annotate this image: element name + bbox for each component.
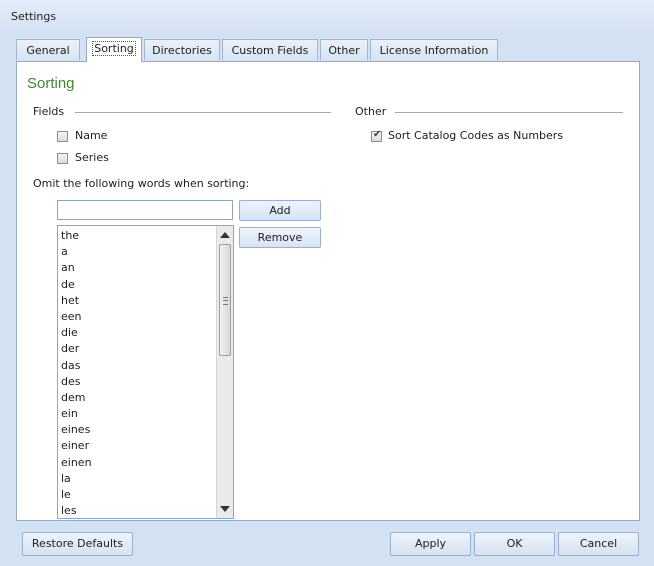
tab-license-information-label: License Information — [379, 44, 489, 57]
name-checkbox-label[interactable]: Name — [75, 129, 107, 142]
list-item[interactable]: het — [61, 293, 92, 309]
list-item[interactable]: dem — [61, 390, 92, 406]
apply-button[interactable]: Apply — [390, 532, 471, 556]
scroll-thumb[interactable] — [219, 244, 231, 356]
sort-catalog-codes-label[interactable]: Sort Catalog Codes as Numbers — [388, 129, 563, 142]
series-checkbox[interactable] — [57, 153, 68, 164]
tab-directories-label: Directories — [152, 44, 212, 57]
tab-other-label: Other — [328, 44, 360, 57]
omit-words-list[interactable]: the a an de het een die der das des dem … — [57, 225, 234, 519]
list-scrollbar[interactable] — [216, 226, 233, 518]
tab-general-label: General — [26, 44, 70, 57]
list-item[interactable]: la — [61, 471, 92, 487]
list-item[interactable]: de — [61, 277, 92, 293]
fields-group-divider — [75, 112, 331, 113]
list-item[interactable]: die — [61, 325, 92, 341]
tab-other[interactable]: Other — [320, 39, 368, 60]
list-item[interactable]: des — [61, 374, 92, 390]
omit-words-label: Omit the following words when sorting: — [33, 177, 250, 190]
list-item[interactable]: eines — [61, 422, 92, 438]
add-button[interactable]: Add — [239, 200, 321, 221]
omit-words-items: the a an de het een die der das des dem … — [61, 228, 92, 518]
other-group-divider — [395, 112, 623, 113]
list-item[interactable]: ein — [61, 406, 92, 422]
fields-group-label: Fields — [33, 105, 65, 118]
scroll-down-arrow-icon[interactable] — [220, 506, 230, 512]
omit-word-input[interactable] — [57, 200, 233, 220]
sorting-panel: Sorting Fields Name Series Other Sort Ca… — [16, 61, 640, 521]
list-item[interactable]: einer — [61, 438, 92, 454]
window-title: Settings — [11, 10, 57, 23]
grip-icon — [223, 297, 228, 305]
title-bar: Settings — [0, 0, 654, 34]
restore-defaults-button[interactable]: Restore Defaults — [22, 532, 133, 556]
ok-button[interactable]: OK — [474, 532, 555, 556]
list-item[interactable]: a — [61, 244, 92, 260]
list-item[interactable]: le — [61, 487, 92, 503]
series-checkbox-label[interactable]: Series — [75, 151, 109, 164]
tab-custom-fields-label: Custom Fields — [231, 44, 309, 57]
tab-sorting-label: Sorting — [92, 41, 136, 56]
settings-window: Settings General Sorting Directories Cus… — [0, 0, 654, 566]
other-group-label: Other — [355, 105, 387, 118]
scroll-up-arrow-icon[interactable] — [220, 232, 230, 238]
sort-catalog-codes-checkbox[interactable] — [371, 129, 382, 142]
tab-sorting[interactable]: Sorting — [86, 37, 142, 62]
list-item[interactable]: einen — [61, 455, 92, 471]
cancel-button[interactable]: Cancel — [558, 532, 639, 556]
name-checkbox[interactable] — [57, 131, 68, 142]
tab-strip: General Sorting Directories Custom Field… — [16, 37, 640, 62]
tab-general[interactable]: General — [16, 39, 80, 60]
remove-button[interactable]: Remove — [239, 227, 321, 248]
list-item[interactable]: the — [61, 228, 92, 244]
list-item[interactable]: das — [61, 358, 92, 374]
tab-custom-fields[interactable]: Custom Fields — [222, 39, 318, 60]
list-item[interactable]: der — [61, 341, 92, 357]
tab-directories[interactable]: Directories — [144, 39, 220, 60]
panel-title: Sorting — [27, 75, 75, 92]
list-item[interactable]: an — [61, 260, 92, 276]
list-item[interactable]: een — [61, 309, 92, 325]
list-item[interactable]: les — [61, 503, 92, 518]
tab-license-information[interactable]: License Information — [370, 39, 498, 60]
